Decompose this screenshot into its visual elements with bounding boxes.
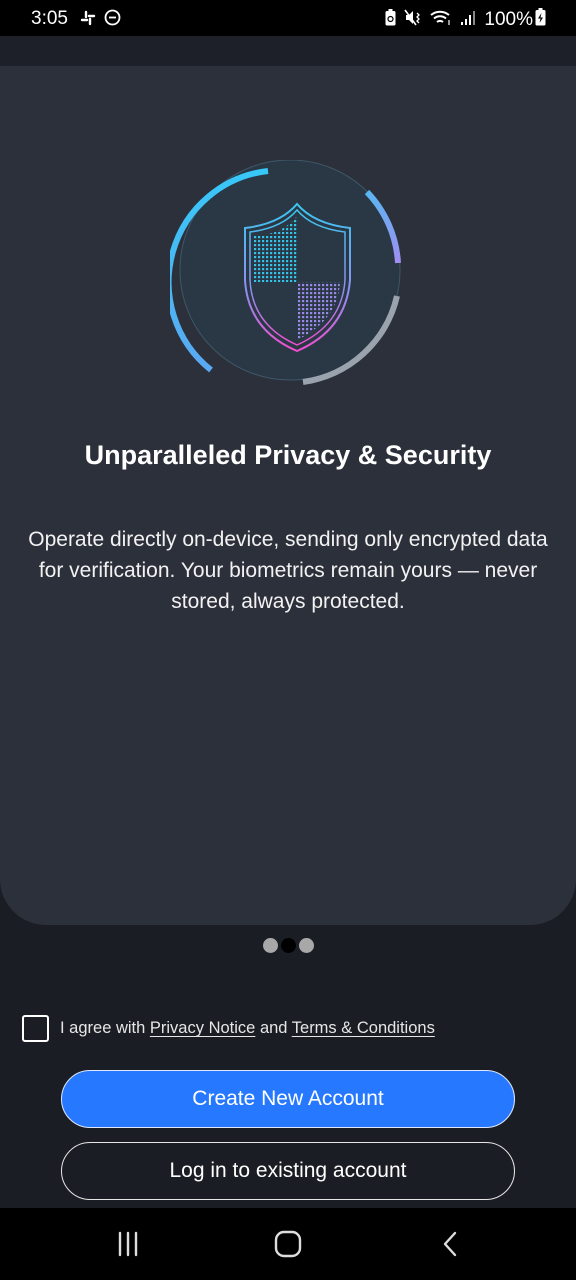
status-time: 3:05 (31, 8, 68, 29)
agreement-text: I agree with Privacy Notice and Terms & … (60, 1019, 435, 1038)
navigation-bar (0, 1208, 576, 1280)
onboarding-title: Unparalleled Privacy & Security (84, 440, 492, 470)
battery-charging-icon (535, 8, 546, 31)
page-indicator[interactable] (0, 938, 576, 953)
home-icon[interactable] (270, 1226, 306, 1262)
battery-saver-icon (385, 8, 396, 31)
login-button[interactable]: Log in to existing account (61, 1142, 515, 1200)
status-bar: 3:05 100% (0, 0, 576, 36)
mute-vibrate-icon (404, 9, 422, 31)
recents-icon[interactable] (110, 1226, 146, 1262)
signal-icon (460, 9, 476, 31)
do-not-disturb-icon (104, 9, 121, 31)
create-account-label: Create New Account (192, 1087, 384, 1110)
agree-checkbox[interactable] (22, 1015, 49, 1042)
battery-percentage: 100% (484, 8, 533, 30)
page-dot-1[interactable] (262, 938, 278, 953)
agreement-prefix: I agree with (60, 1019, 146, 1037)
create-account-button[interactable]: Create New Account (61, 1070, 515, 1128)
back-icon[interactable] (432, 1226, 468, 1262)
slack-icon (80, 10, 96, 31)
wifi-icon (430, 9, 452, 31)
page-dot-3[interactable] (298, 938, 314, 953)
terms-conditions-link[interactable]: Terms & Conditions (292, 1019, 435, 1037)
login-label: Log in to existing account (169, 1159, 407, 1182)
header-band (0, 36, 576, 66)
agreement-row: I agree with Privacy Notice and Terms & … (22, 1015, 435, 1042)
onboarding-description: Operate directly on-device, sending only… (28, 528, 548, 613)
privacy-notice-link[interactable]: Privacy Notice (150, 1019, 255, 1037)
agreement-connector: and (259, 1019, 288, 1037)
page-dot-2-active[interactable] (280, 938, 296, 953)
shield-security-icon (165, 159, 410, 400)
